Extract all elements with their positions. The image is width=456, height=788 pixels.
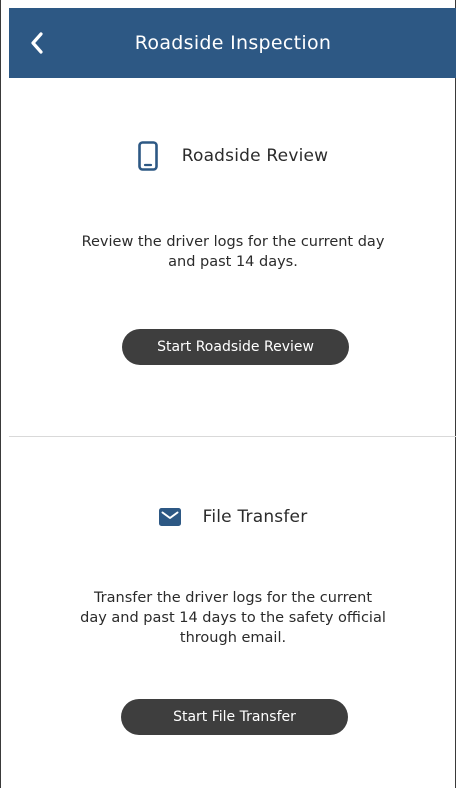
start-roadside-review-button[interactable]: Start Roadside Review [122, 329, 349, 365]
section-title: File Transfer [202, 507, 308, 527]
description-line: Transfer the driver logs for the current [93, 590, 373, 606]
envelope-icon [158, 508, 181, 526]
roadside-review-heading: Roadside Review [9, 140, 456, 172]
page-title: Roadside Inspection [134, 32, 332, 54]
roadside-review-description: Review the driver logs for the current d… [9, 232, 456, 272]
description-line: and past 14 days. [168, 254, 298, 270]
file-transfer-section: File Transfer Transfer the driver logs f… [9, 437, 456, 788]
roadside-review-section: Roadside Review Review the driver logs f… [9, 78, 456, 436]
description-line: day and past 14 days to the safety offic… [80, 610, 386, 626]
file-transfer-description: Transfer the driver logs for the current… [9, 588, 456, 648]
roadside-inspection-screen: Roadside Inspection Roadside Review Revi… [0, 0, 456, 788]
file-transfer-heading: File Transfer [9, 501, 456, 533]
section-title: Roadside Review [181, 146, 329, 166]
app-header: Roadside Inspection [9, 8, 456, 78]
tablet-icon [137, 141, 158, 171]
chevron-left-icon [31, 32, 43, 54]
description-line: Review the driver logs for the current d… [81, 234, 385, 250]
description-line: through email. [179, 630, 287, 646]
back-button[interactable] [27, 29, 47, 57]
start-file-transfer-button[interactable]: Start File Transfer [121, 699, 348, 735]
